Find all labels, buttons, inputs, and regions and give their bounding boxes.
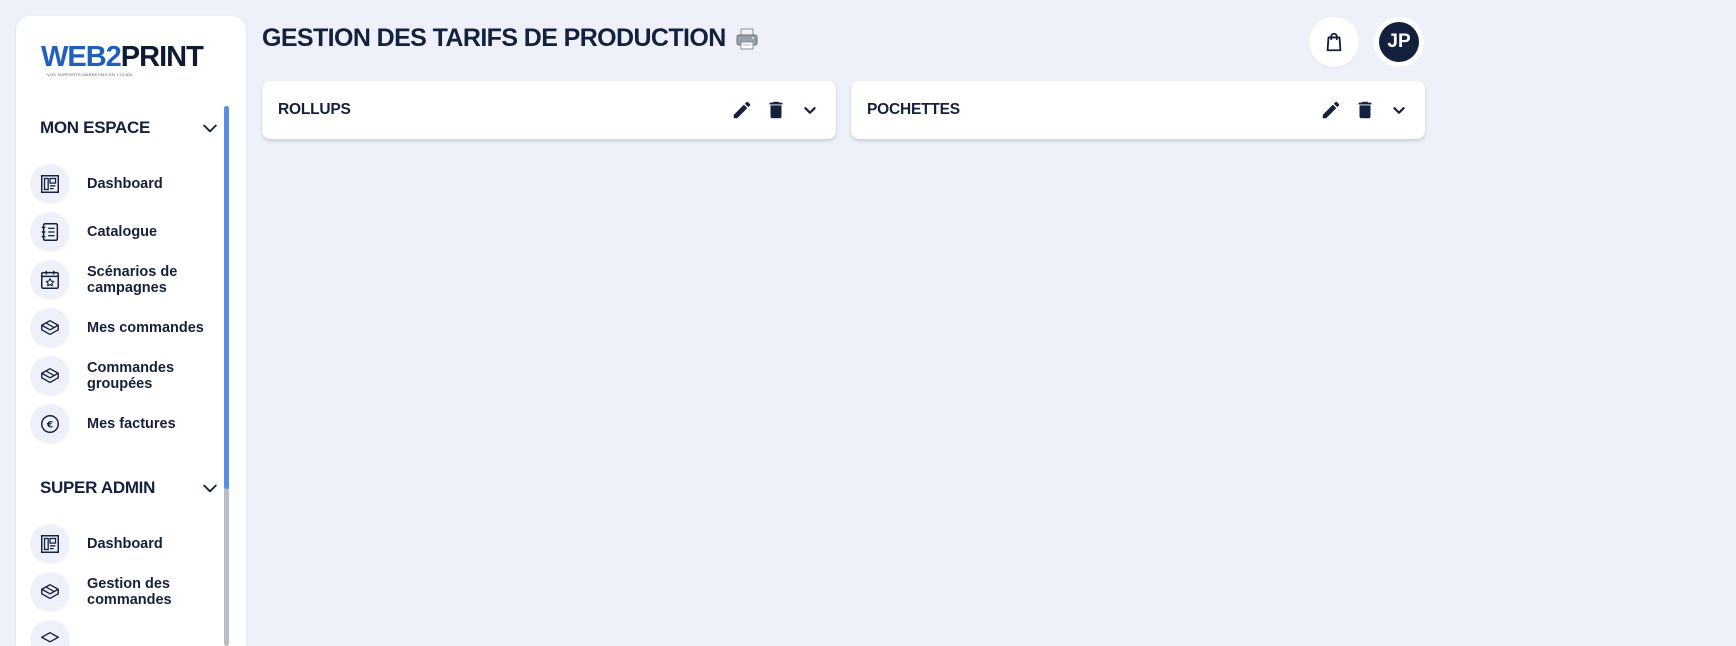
sidebar-item-label: Dashboard — [87, 536, 163, 552]
euro-icon: € — [30, 404, 70, 444]
sidebar-item-catalogue[interactable]: Catalogue — [30, 212, 220, 252]
trash-icon — [1358, 101, 1372, 119]
edit-button[interactable] — [730, 98, 754, 122]
page-title-text: GESTION DES TARIFS DE PRODUCTION — [262, 24, 726, 52]
sidebar-item-label: Commandes groupées — [87, 360, 175, 392]
sidebar-item-gestion-commandes[interactable]: Gestion des commandes — [30, 572, 220, 612]
svg-text:€: € — [46, 420, 53, 431]
box-icon — [30, 308, 70, 348]
card-actions — [730, 98, 822, 122]
box-icon — [30, 356, 70, 396]
sidebar-item-label: Catalogue — [87, 224, 158, 240]
section-header-mon-espace[interactable]: MON ESPACE — [40, 114, 220, 142]
section-header-super-admin[interactable]: SUPER ADMIN — [40, 474, 220, 502]
sidebar-item-scenarios[interactable]: Scénarios de campagnes — [30, 260, 220, 300]
section-title: SUPER ADMIN — [40, 478, 156, 497]
sidebar: WEB2PRINT VOS SUPPORTS MARKETING EN 1 CL… — [16, 16, 246, 646]
campaign-icon — [30, 260, 70, 300]
page-title: GESTION DES TARIFS DE PRODUCTION — [262, 24, 760, 53]
sidebar-item-label: Mes commandes — [87, 320, 204, 336]
edit-button[interactable] — [1319, 98, 1343, 122]
sidebar-item-label: Dashboard — [87, 176, 163, 192]
card-title: POCHETTES — [867, 101, 960, 118]
chevron-down-icon — [1393, 107, 1405, 114]
sidebar-item-label: Gestion des commandes — [87, 576, 172, 608]
box-icon — [30, 620, 70, 646]
sidebar-item-next-partial[interactable] — [30, 620, 220, 646]
section-title: MON ESPACE — [40, 118, 151, 137]
avatar: JP — [1379, 22, 1419, 62]
dashboard-icon — [30, 524, 70, 564]
tariff-card-pochettes[interactable]: POCHETTES — [851, 81, 1425, 139]
card-title: ROLLUPS — [278, 101, 351, 118]
web2print-logo[interactable]: WEB2PRINT VOS SUPPORTS MARKETING EN 1 CL… — [41, 42, 221, 82]
chevron-down-icon — [203, 484, 217, 493]
delete-button[interactable] — [1353, 98, 1377, 122]
logo-print-text: PRINT — [120, 41, 204, 73]
box-icon — [30, 572, 70, 612]
printer-icon — [736, 28, 758, 49]
user-avatar-button[interactable]: JP — [1374, 17, 1424, 67]
sidebar-item-label: Scénarios de campagnes — [87, 264, 178, 296]
trash-icon — [769, 101, 783, 119]
shopping-bag-icon — [1326, 32, 1342, 52]
expand-button[interactable] — [1387, 98, 1411, 122]
sidebar-item-commandes-groupees[interactable]: Commandes groupées — [30, 356, 220, 396]
sidebar-item-dashboard[interactable]: Dashboard — [30, 164, 220, 204]
sidebar-scrollbar-thumb[interactable] — [224, 106, 229, 489]
pencil-icon — [733, 101, 751, 119]
pencil-icon — [1322, 101, 1340, 119]
sidebar-item-mes-factures[interactable]: € Mes factures — [30, 404, 220, 444]
sidebar-item-label: Mes factures — [87, 416, 176, 432]
chevron-down-icon — [203, 124, 217, 133]
logo-web-text: WEB2 — [41, 41, 122, 73]
dashboard-icon — [30, 164, 70, 204]
chevron-down-icon — [804, 107, 816, 114]
delete-button[interactable] — [764, 98, 788, 122]
card-actions — [1319, 98, 1411, 122]
sidebar-item-admin-dashboard[interactable]: Dashboard — [30, 524, 220, 564]
expand-button[interactable] — [798, 98, 822, 122]
shopping-bag-button[interactable] — [1309, 17, 1359, 67]
catalog-icon — [30, 212, 70, 252]
sidebar-item-mes-commandes[interactable]: Mes commandes — [30, 308, 220, 348]
tariff-card-rollups[interactable]: ROLLUPS — [262, 81, 836, 139]
